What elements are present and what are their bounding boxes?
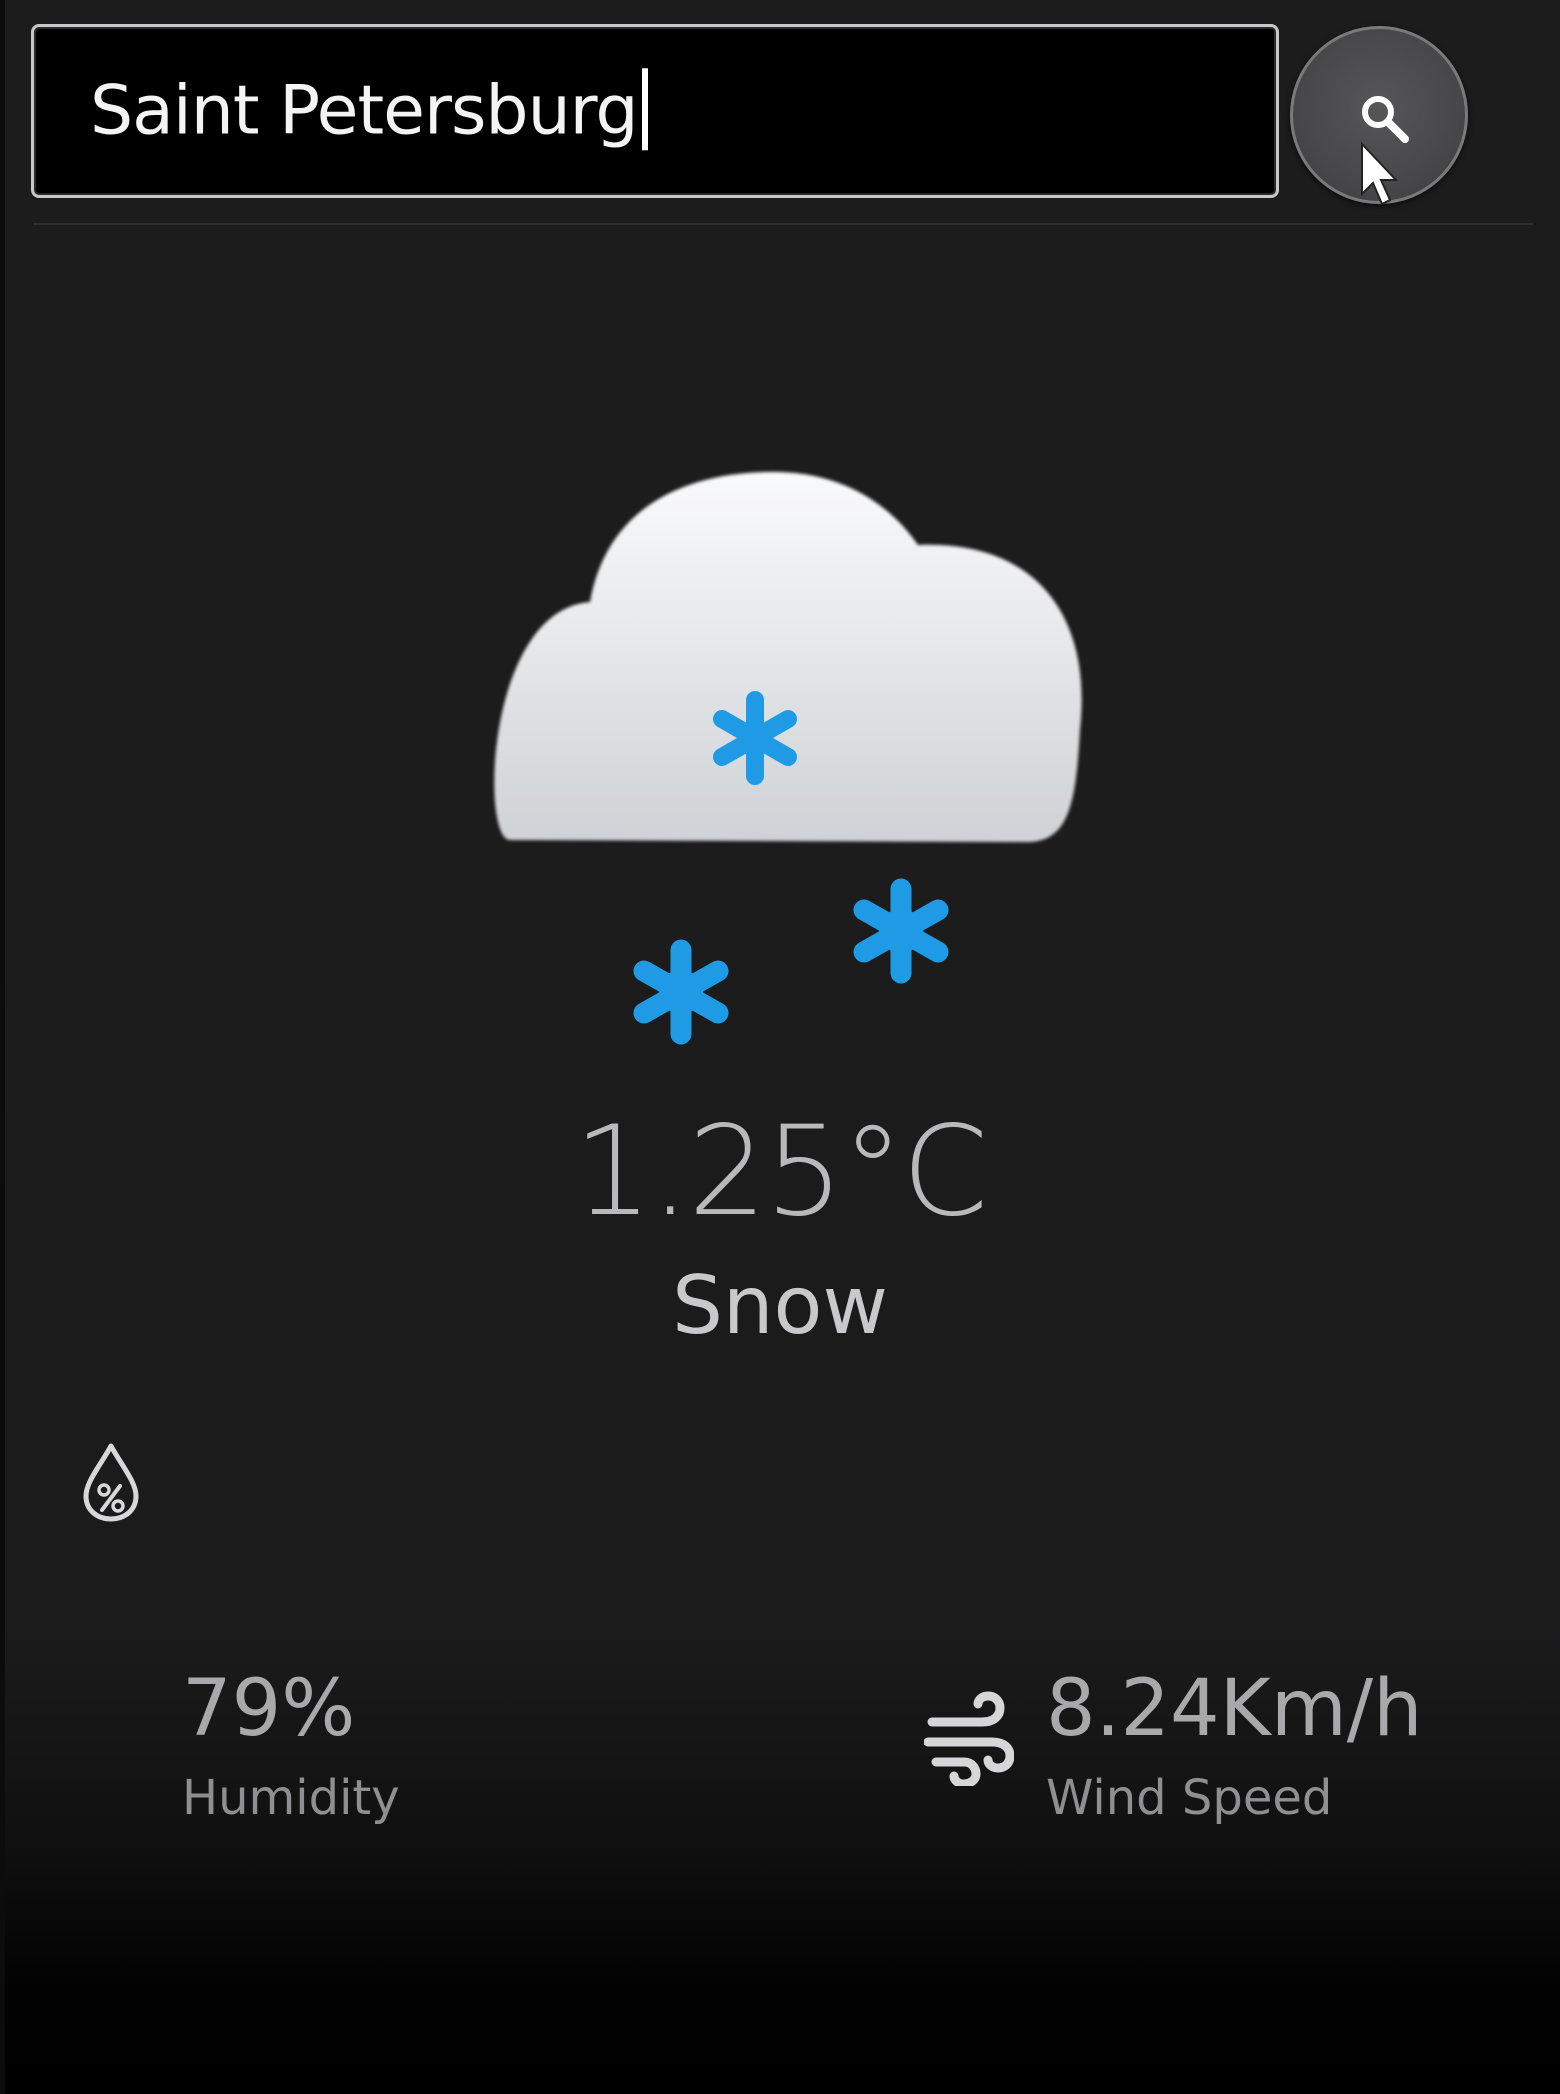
search-icon xyxy=(1362,96,1409,143)
wind-speed-label: Wind Speed xyxy=(1046,1770,1333,1826)
temperature-value: 1.25°C xyxy=(573,1100,989,1244)
wind-speed-value: 8.24Km/h xyxy=(1046,1664,1423,1754)
text-caret xyxy=(641,68,648,151)
mouse-pointer-icon xyxy=(1361,141,1399,206)
wind-icon xyxy=(924,1691,1014,1786)
snowflake-icon xyxy=(853,878,949,984)
weather-condition: Snow xyxy=(672,1259,888,1352)
snow-cloud-icon xyxy=(494,471,1082,1045)
weather-app: Saint Petersburg 1.25°C Snow 79% Humidit… xyxy=(0,0,1560,2094)
header-divider xyxy=(33,223,1533,225)
humidity-value: 79% xyxy=(182,1664,356,1754)
window-edge xyxy=(0,0,5,2094)
snowflake-icon xyxy=(633,939,729,1045)
search-input-text[interactable]: Saint Petersburg xyxy=(90,68,648,151)
humidity-label: Humidity xyxy=(182,1770,400,1826)
city-search-input[interactable]: Saint Petersburg xyxy=(31,24,1279,198)
humidity-icon xyxy=(83,1443,139,1522)
